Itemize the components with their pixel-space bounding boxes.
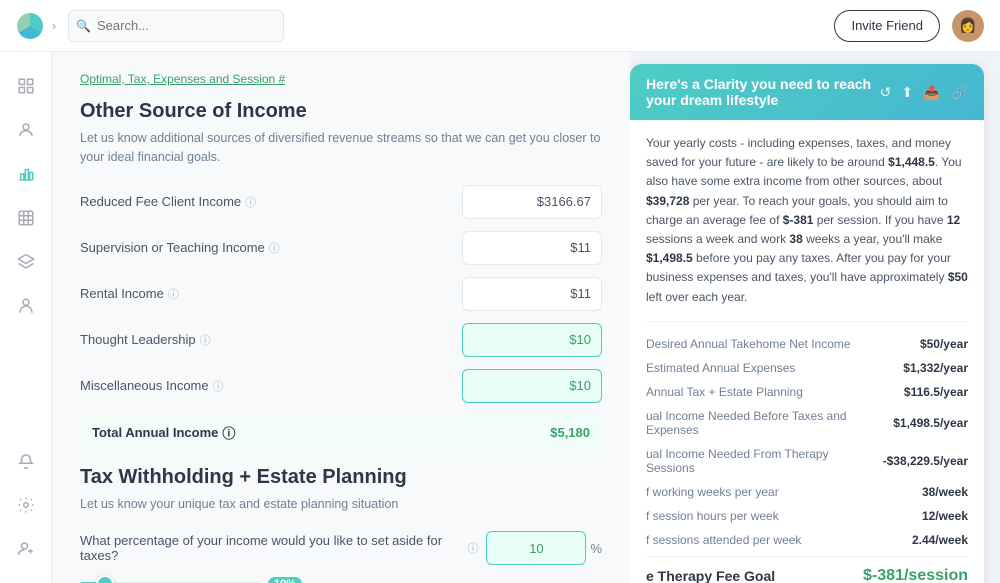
clarity-row-0: Desired Annual Takehome Net Income $50/y… bbox=[646, 332, 968, 356]
tax-desc: Let us know your unique tax and estate p… bbox=[80, 495, 602, 514]
refresh-icon[interactable]: ↺ bbox=[880, 84, 892, 101]
clarity-row-3: ual Income Needed Before Taxes and Expen… bbox=[646, 404, 968, 442]
topbar-right: Invite Friend 👩 bbox=[834, 10, 984, 42]
thought-input[interactable] bbox=[462, 323, 602, 357]
misc-help[interactable]: ⓘ bbox=[213, 378, 224, 394]
search-input[interactable] bbox=[68, 10, 284, 42]
clarity-actions: ↺ ⬆ 📤 🔗 bbox=[880, 84, 968, 101]
search-icon: 🔍 bbox=[76, 19, 91, 33]
tax-title: Tax Withholding + Estate Planning bbox=[80, 466, 602, 489]
clarity-row-1: Estimated Annual Expenses $1,332/year bbox=[646, 356, 968, 380]
tax-percent-row: What percentage of your income would you… bbox=[80, 531, 602, 565]
supervision-row: Supervision or Teaching Income ⓘ bbox=[80, 231, 602, 265]
misc-input[interactable] bbox=[462, 369, 602, 403]
main-content: Optimal, Tax, Expenses and Session # Oth… bbox=[52, 52, 630, 583]
topbar: › 🔍 Invite Friend 👩 bbox=[0, 0, 1000, 52]
clarity-title: Here's a Clarity you need to reach your … bbox=[646, 76, 880, 108]
reduced-fee-row: Reduced Fee Client Income ⓘ bbox=[80, 185, 602, 219]
therapy-goal-value: $-381/session bbox=[863, 567, 968, 583]
clarity-row-4: ual Income Needed From Therapy Sessions … bbox=[646, 442, 968, 480]
therapy-goal-row: e Therapy Fee Goal $-381/session bbox=[646, 556, 968, 583]
total-annual-label: Total Annual Income ⓘ bbox=[92, 423, 550, 442]
supervision-label: Supervision or Teaching Income ⓘ bbox=[80, 240, 454, 256]
total-annual-help[interactable]: ⓘ bbox=[222, 423, 235, 442]
clarity-header: Here's a Clarity you need to reach your … bbox=[630, 64, 984, 120]
clarity-row-6: f session hours per week 12/week bbox=[646, 504, 968, 528]
clarity-row-5: f working weeks per year 38/week bbox=[646, 480, 968, 504]
thought-label: Thought Leadership ⓘ bbox=[80, 332, 454, 348]
avatar[interactable]: 👩 bbox=[952, 10, 984, 42]
reduced-fee-label: Reduced Fee Client Income ⓘ bbox=[80, 194, 454, 210]
tax-percent-input[interactable] bbox=[486, 531, 586, 565]
logo bbox=[16, 12, 44, 40]
breadcrumb[interactable]: Optimal, Tax, Expenses and Session # bbox=[80, 72, 602, 86]
clarity-body: Your yearly costs - including expenses, … bbox=[630, 120, 984, 583]
invite-button[interactable]: Invite Friend bbox=[834, 10, 940, 42]
reduced-fee-input[interactable] bbox=[462, 185, 602, 219]
nav-chevron[interactable]: › bbox=[52, 19, 56, 33]
total-annual-row: Total Annual Income ⓘ $5,180 bbox=[80, 415, 602, 450]
rental-row: Rental Income ⓘ bbox=[80, 277, 602, 311]
share-icon[interactable]: 📤 bbox=[923, 84, 940, 101]
clarity-row-2: Annual Tax + Estate Planning $116.5/year bbox=[646, 380, 968, 404]
reduced-fee-help[interactable]: ⓘ bbox=[245, 194, 256, 210]
link-icon[interactable]: 🔗 bbox=[951, 84, 968, 101]
slider-value-label: 10% bbox=[268, 577, 302, 583]
supervision-help[interactable]: ⓘ bbox=[269, 240, 280, 256]
tax-slider-container: 10% bbox=[80, 577, 602, 583]
therapy-goal-label: e Therapy Fee Goal bbox=[646, 568, 775, 583]
total-annual-value: $5,180 bbox=[550, 425, 590, 440]
sidebar-icon-chart[interactable] bbox=[8, 156, 44, 192]
rental-help[interactable]: ⓘ bbox=[168, 286, 179, 302]
sidebar-icon-settings[interactable] bbox=[8, 487, 44, 523]
thought-help[interactable]: ⓘ bbox=[200, 332, 211, 348]
thought-leadership-row: Thought Leadership ⓘ bbox=[80, 323, 602, 357]
clarity-description: Your yearly costs - including expenses, … bbox=[646, 134, 968, 307]
misc-income-row: Miscellaneous Income ⓘ bbox=[80, 369, 602, 403]
sidebar-icon-add-user[interactable] bbox=[8, 531, 44, 567]
tax-percent-label: What percentage of your income would you… bbox=[80, 533, 478, 563]
percent-suffix: % bbox=[590, 541, 602, 556]
sidebar-icon-bell[interactable] bbox=[8, 443, 44, 479]
sidebar-icon-person[interactable] bbox=[8, 288, 44, 324]
clarity-card: Here's a Clarity you need to reach your … bbox=[630, 64, 984, 583]
misc-label: Miscellaneous Income ⓘ bbox=[80, 378, 454, 394]
supervision-input[interactable] bbox=[462, 231, 602, 265]
sidebar-icon-home[interactable] bbox=[8, 68, 44, 104]
rental-input[interactable] bbox=[462, 277, 602, 311]
sidebar bbox=[0, 52, 52, 583]
right-panel: Here's a Clarity you need to reach your … bbox=[630, 52, 1000, 583]
sidebar-icon-grid[interactable] bbox=[8, 200, 44, 236]
sidebar-icon-users[interactable] bbox=[8, 112, 44, 148]
tax-percent-help[interactable]: ⓘ bbox=[467, 540, 478, 556]
sidebar-icon-layers[interactable] bbox=[8, 244, 44, 280]
other-income-title: Other Source of Income bbox=[80, 100, 602, 123]
rental-label: Rental Income ⓘ bbox=[80, 286, 454, 302]
upload-icon[interactable]: ⬆ bbox=[901, 84, 913, 101]
other-income-desc: Let us know additional sources of divers… bbox=[80, 129, 602, 167]
clarity-data-rows: Desired Annual Takehome Net Income $50/y… bbox=[646, 321, 968, 583]
clarity-row-7: f sessions attended per week 2.44/week bbox=[646, 528, 968, 552]
